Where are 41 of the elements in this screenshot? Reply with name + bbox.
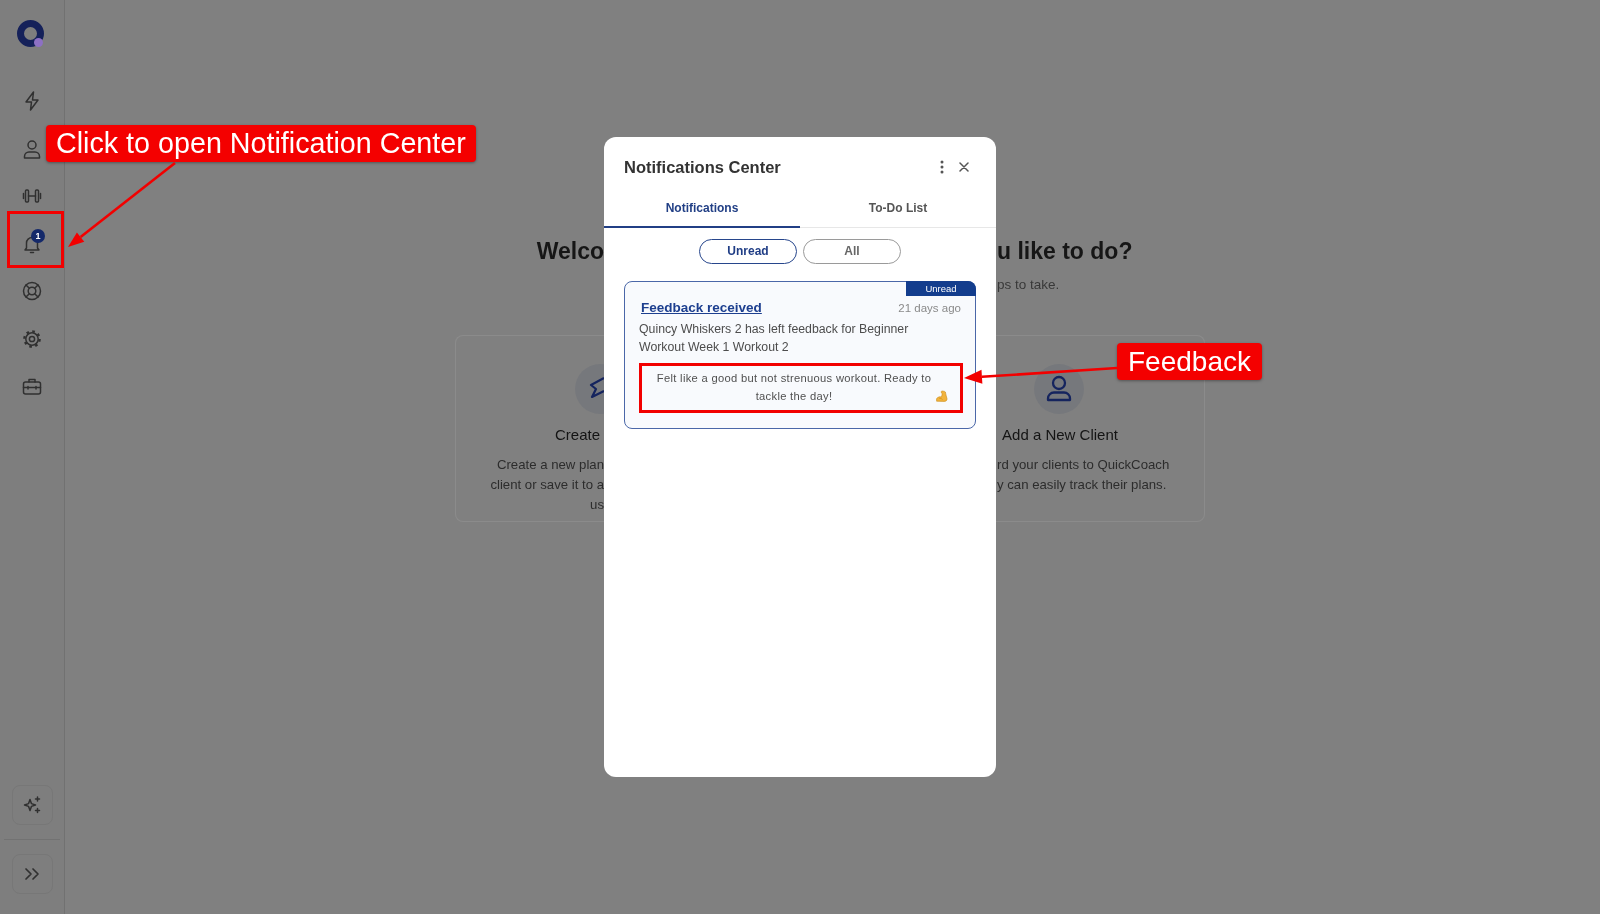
- flexed-arm-icon: [935, 390, 948, 402]
- dumbbell-icon: [22, 186, 42, 206]
- filter-button[interactable]: All: [803, 239, 901, 264]
- notification-card[interactable]: Unread Feedback received 21 days ago Quincy Whiskers 2 has left feedback for Beginner Workout Week 1 Workout 2 Felt like a good but not strenuous workout. Ready to tackle the day!: [624, 281, 976, 429]
- cropped-icon: [574, 364, 604, 414]
- callout-label: Feedback: [1117, 343, 1262, 380]
- tab[interactable]: Notifications: [604, 190, 800, 228]
- lifebuoy-icon: [22, 281, 42, 301]
- double-chevron-icon: [23, 865, 41, 883]
- filter-button[interactable]: Unread: [699, 239, 797, 264]
- feedback-text: Felt like a good but not strenuous workout. Ready to tackle the day!: [655, 371, 933, 404]
- page-heading: u like to do?: [996, 237, 1134, 266]
- unread-tag: Unread: [906, 281, 976, 296]
- bolt-icon: [22, 91, 42, 111]
- dialog-title: Notifications Center: [624, 157, 782, 178]
- person-icon: [22, 138, 42, 159]
- page-heading: Welco: [535, 237, 604, 266]
- notification-badge: 1: [31, 228, 45, 243]
- sparkle-icon: [22, 795, 42, 815]
- card-description: rd your clients to QuickCoach: [996, 456, 1171, 474]
- gear-icon: [22, 328, 42, 349]
- card-description: us: [589, 496, 604, 514]
- toolbox-icon: [22, 376, 42, 396]
- person-icon: [1034, 364, 1084, 414]
- notification-title-link[interactable]: Feedback received: [641, 299, 762, 317]
- nav-button[interactable]: 1: [19, 223, 45, 264]
- more-icon[interactable]: [940, 160, 944, 174]
- card-description: Create a new plan: [495, 456, 604, 474]
- notification-time: 21 days ago: [898, 301, 961, 316]
- callout-label: Click to open Notification Center: [46, 125, 476, 162]
- close-icon[interactable]: [959, 162, 969, 172]
- card-description: client or save it to a: [489, 476, 604, 494]
- tab[interactable]: To-Do List: [800, 190, 996, 228]
- expand-button[interactable]: [11, 854, 53, 894]
- notification-message: Quincy Whiskers 2 has left feedback for Beginner Workout Week 1 Workout 2: [639, 321, 910, 356]
- highlight-frame: [7, 211, 64, 268]
- card-title: Create: [553, 425, 601, 445]
- card-title: Add a New Client: [1001, 425, 1119, 445]
- sparkle-button[interactable]: [11, 785, 53, 825]
- card-description: y can easily track their plans.: [996, 476, 1168, 494]
- page-subtitle: ps to take.: [996, 276, 1061, 294]
